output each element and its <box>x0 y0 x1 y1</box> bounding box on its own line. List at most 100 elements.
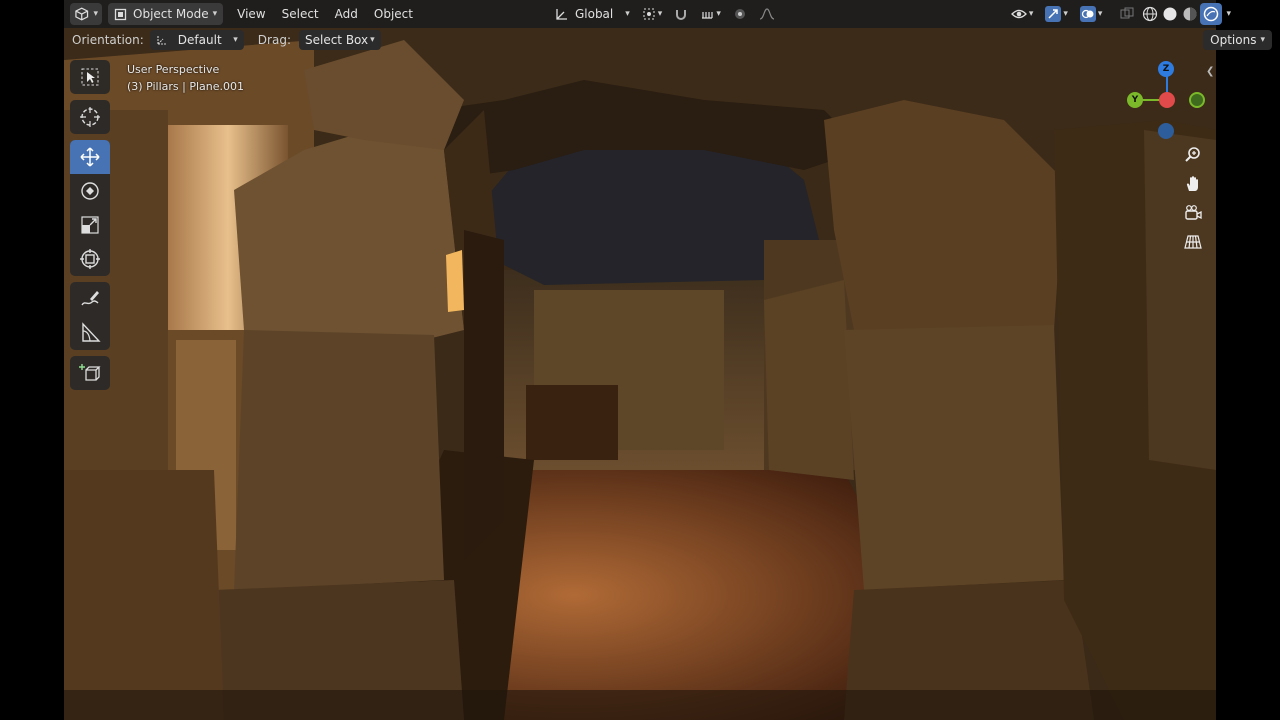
gizmo-x-axis[interactable] <box>1159 92 1175 108</box>
move-tool[interactable] <box>70 140 110 174</box>
menu-select[interactable]: Select <box>276 3 325 25</box>
chevron-down-icon: ▾ <box>212 9 218 19</box>
falloff-button[interactable] <box>753 3 781 25</box>
chevron-down-icon: ▾ <box>716 9 721 19</box>
add-tool-group <box>70 356 110 390</box>
add-cube-tool[interactable] <box>70 356 110 390</box>
shading-options-button[interactable]: ▾ <box>1222 3 1235 25</box>
chevron-down-icon: ▾ <box>625 9 630 19</box>
scale-icon <box>81 216 99 234</box>
grid-perspective-icon <box>1184 234 1202 249</box>
chevron-down-icon: ▾ <box>1260 35 1265 45</box>
viewport-info-overlay: User Perspective (3) Pillars | Plane.001 <box>127 61 244 95</box>
3d-viewport[interactable] <box>64 0 1216 720</box>
viewport-render <box>64 0 1216 720</box>
scale-tool[interactable] <box>70 208 110 242</box>
gizmo-toggle[interactable]: ▾ <box>1039 3 1074 25</box>
viewport-icon <box>75 7 89 21</box>
orientation-field-label: Orientation: <box>72 33 144 47</box>
rendered-sphere-icon <box>1204 6 1219 22</box>
viewport-nav-tools <box>1180 140 1206 256</box>
rotate-tool[interactable] <box>70 174 110 208</box>
mode-label: Object Mode <box>133 7 209 21</box>
snap-increment-icon <box>702 12 713 19</box>
editor-type-button[interactable]: ▾ <box>70 3 102 25</box>
pivot-point-button[interactable]: ▾ <box>636 3 669 25</box>
annotate-tool[interactable] <box>70 282 110 316</box>
pan-button[interactable] <box>1180 169 1206 198</box>
annotate-tool-group <box>70 282 110 350</box>
chevron-down-icon: ▾ <box>1097 9 1103 19</box>
drag-field-label: Drag: <box>257 33 291 47</box>
transform-icon <box>80 249 100 269</box>
transform-tool-group <box>70 140 110 276</box>
gizmo-neg-z-axis[interactable] <box>1158 123 1174 139</box>
chevron-down-icon: ▾ <box>93 9 98 19</box>
xray-icon <box>1120 7 1134 19</box>
tool-settings-bar: Orientation: Default ▾ Drag: Select Box … <box>64 28 1216 52</box>
zoom-button[interactable] <box>1180 140 1206 169</box>
camera-view-button[interactable] <box>1180 198 1206 227</box>
solid-sphere-icon <box>1163 7 1177 21</box>
pivot-icon <box>643 8 655 20</box>
view-context-text: (3) Pillars | Plane.001 <box>127 80 244 93</box>
menu-object[interactable]: Object <box>368 3 419 25</box>
camera-icon <box>1185 204 1202 220</box>
overlays-toggle[interactable]: ▾ <box>1074 3 1109 25</box>
gizmo-neg-y-axis[interactable] <box>1189 92 1205 108</box>
transform-orientation-selector[interactable]: Global ▾ <box>549 3 636 25</box>
move-icon <box>80 147 100 167</box>
viewport-header: ▾ Object Mode ▾ View Select Add Object G… <box>64 0 1231 28</box>
cursor-tool-group <box>70 100 110 134</box>
chevron-down-icon: ▾ <box>1063 9 1068 19</box>
measure-tool[interactable] <box>70 316 110 350</box>
zoom-magnifier-icon <box>1185 146 1200 162</box>
object-mode-icon <box>114 8 127 20</box>
snap-toggle[interactable] <box>668 3 694 25</box>
drag-dropdown-value: Select Box <box>304 33 369 47</box>
shading-wireframe-button[interactable] <box>1140 3 1160 25</box>
tool-shelf <box>70 60 110 396</box>
orientation-dropdown[interactable]: Default ▾ <box>149 30 244 50</box>
hand-icon <box>1186 175 1198 191</box>
gizmo-y-label: Y <box>1131 95 1139 105</box>
snap-target-button[interactable]: ▾ <box>694 3 727 25</box>
material-sphere-icon <box>1183 7 1197 21</box>
chevron-down-icon: ▾ <box>1226 9 1231 19</box>
shading-rendered-button[interactable] <box>1200 3 1223 25</box>
orientation-label: Global <box>574 7 614 21</box>
proportional-edit-icon <box>734 9 745 19</box>
overlays-icon <box>1079 6 1096 22</box>
transform-tool[interactable] <box>70 242 110 276</box>
orientation-axes-icon <box>157 36 166 45</box>
orientation-dropdown-value: Default <box>177 33 222 47</box>
sidebar-toggle-arrow[interactable]: ❮ <box>1206 66 1214 77</box>
wireframe-sphere-icon <box>1143 6 1158 22</box>
add-cube-icon <box>79 364 101 381</box>
navigation-gizmo[interactable]: Z Y <box>1125 60 1215 140</box>
cursor-icon <box>80 107 100 127</box>
magnet-icon <box>676 10 687 20</box>
shading-solid-button[interactable] <box>1160 3 1180 25</box>
selectability-visibility-button[interactable]: ▾ <box>1005 3 1040 25</box>
perspective-toggle-button[interactable] <box>1180 227 1206 256</box>
xray-toggle[interactable] <box>1114 3 1140 25</box>
annotate-pencil-icon <box>81 291 99 306</box>
mode-selector[interactable]: Object Mode ▾ <box>108 3 224 25</box>
gizmo-y-axis[interactable]: Y <box>1127 92 1143 108</box>
drag-dropdown[interactable]: Select Box ▾ <box>298 30 381 50</box>
menu-view[interactable]: View <box>231 3 271 25</box>
chevron-down-icon: ▾ <box>370 35 375 45</box>
cursor-tool[interactable] <box>70 100 110 134</box>
gizmo-z-axis[interactable]: Z <box>1158 61 1174 77</box>
chevron-down-icon: ▾ <box>1028 9 1034 19</box>
falloff-curve-icon <box>759 8 775 20</box>
proportional-editing-toggle[interactable] <box>727 3 753 25</box>
gizmo-icon <box>1045 6 1062 22</box>
select-box-icon <box>81 68 99 86</box>
options-button[interactable]: Options ▾ <box>1203 30 1272 50</box>
shading-material-button[interactable] <box>1180 3 1200 25</box>
menu-add[interactable]: Add <box>329 3 364 25</box>
gizmo-z-label: Z <box>1162 64 1170 74</box>
select-box-tool[interactable] <box>70 60 110 94</box>
